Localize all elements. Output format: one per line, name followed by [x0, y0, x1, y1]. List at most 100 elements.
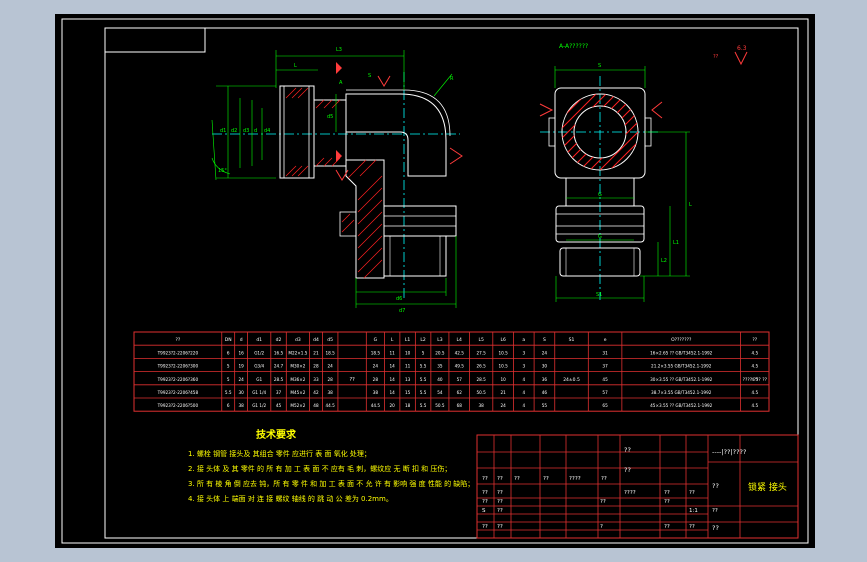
spec-table-cell: d5	[327, 337, 333, 343]
title-block-cell: ??	[712, 524, 719, 532]
spec-table-cell: 26.5	[477, 364, 487, 369]
spec-table-cell: 24	[542, 350, 548, 355]
spec-table-cell: 16	[238, 350, 244, 355]
spec-table-cell: 28	[373, 377, 379, 382]
spec-table-cell: T9923?2-2206?220	[157, 350, 199, 355]
spec-table-cell: 42.5	[455, 350, 465, 355]
title-block-cell: ??	[514, 476, 520, 482]
title-block-cell: ??	[497, 508, 503, 514]
spec-table-cell: 28.5	[274, 377, 284, 382]
dim-left-3: d3	[243, 128, 249, 134]
spec-table-cell: 35	[437, 364, 443, 369]
spec-table-cell: 5	[227, 364, 230, 369]
title-block-cell: ??	[664, 499, 670, 505]
spec-table-cell: 21	[500, 390, 506, 395]
title-block-cell: ??	[482, 476, 488, 482]
title-block-cell: S	[482, 508, 486, 514]
surface-roughness-label-left: ??	[713, 54, 719, 60]
spec-table-cell: 4.5	[751, 364, 758, 369]
spec-table-cell: d1	[256, 337, 262, 343]
spec-table-cell: 45	[602, 377, 608, 382]
spec-table-cell: 5.5	[420, 364, 427, 369]
spec-table-cell: 5	[422, 350, 425, 355]
spec-table-cell: 44.5	[371, 403, 381, 408]
spec-table-cell: 37	[276, 390, 282, 395]
spec-table-cell: 68	[457, 403, 463, 408]
title-block-cell: ??	[543, 476, 549, 482]
spec-table-cell: 30	[238, 390, 244, 395]
dim-s-mark: S	[368, 73, 371, 79]
spec-table-cell: 16.5	[274, 350, 284, 355]
right-dim-mid: G	[598, 192, 602, 198]
spec-table-cell: 10.5	[498, 364, 508, 369]
dim-left-5: d4	[264, 128, 270, 134]
dim-angle: 15°	[218, 168, 227, 174]
spec-table-cell: L5	[478, 337, 484, 343]
spec-table-cell: 18.5	[326, 350, 336, 355]
spec-table-cell: 5.5	[225, 390, 232, 395]
spec-table-cell: G	[374, 337, 378, 343]
spec-table-cell: 5.5	[420, 377, 427, 382]
note-item: 4. 接 头体 上 端面 对 连 接 螺纹 轴线 的 跳 动 公 差为 0.2m…	[188, 494, 393, 503]
spec-table-cell: 4	[522, 403, 525, 408]
spec-table-cell: d4	[313, 337, 319, 343]
spec-table-cell: M36×2	[290, 377, 305, 382]
spec-table-cell: 27.5	[477, 350, 487, 355]
spec-table-cell: 65	[602, 403, 608, 408]
spec-table-cell: d	[240, 337, 243, 343]
spec-table-cell: 48	[313, 403, 319, 408]
title-block-cell: ??	[482, 499, 488, 505]
spec-table-cell: ??	[349, 377, 355, 383]
spec-table-cell: 5.5	[420, 390, 427, 395]
spec-table-cell: 4	[522, 377, 525, 382]
spec-table-cell: T9923?2-2206?458	[157, 390, 199, 395]
spec-table-cell: 57	[457, 377, 463, 382]
dim-bottom-1: d6	[396, 296, 402, 302]
title-block-cell: ?	[600, 524, 603, 530]
spec-table-cell: L4	[457, 337, 463, 343]
spec-table-cell: 11	[405, 364, 411, 369]
spec-table-cell: 49.5	[455, 364, 465, 369]
spec-table-cell: 50.5	[477, 390, 487, 395]
spec-table-cell: 20	[389, 403, 395, 408]
spec-table-cell: 37	[602, 364, 608, 369]
spec-table-cell: 21	[313, 350, 319, 355]
spec-table-cell: 38	[238, 403, 244, 408]
right-dim-2: L1	[673, 240, 679, 246]
spec-table-cell: 30	[542, 364, 548, 369]
title-block-cell: ??	[600, 499, 606, 505]
spec-table-cell: 38.7×3.55 GB/T3452.1-1992	[651, 390, 712, 395]
title-block-cell: 1:1	[689, 508, 698, 514]
spec-table-cell: 28.5	[477, 377, 487, 382]
spec-table-cell: 38	[328, 390, 334, 395]
spec-table-cell: 24	[238, 377, 244, 382]
spec-table-cell: M30×2	[290, 364, 305, 369]
spec-table-cell: T9923?2-2206?360	[157, 377, 199, 382]
spec-table-cell: 14	[389, 390, 395, 395]
spec-table-cell: L3	[437, 337, 443, 343]
title-block-cell: ??	[482, 524, 488, 530]
spec-table-cell: G1 1/4	[252, 390, 266, 395]
spec-table-cell: 3	[522, 350, 525, 355]
title-block-cell: ????	[569, 476, 581, 482]
spec-table-cell: 54	[437, 390, 443, 395]
dim-top: L3	[336, 47, 342, 53]
dim-bottom-2: d7	[399, 308, 405, 314]
spec-table-cell: L2	[420, 337, 426, 343]
spec-table-cell: a	[522, 338, 525, 343]
spec-table-cell: e	[604, 338, 607, 343]
spec-table-cell: M45×2	[290, 390, 305, 395]
note-item: 1. 螺栓 钢管 接头及 其组合 零件 应进行 表 面 氧化 处理；	[188, 449, 371, 458]
title-block-cell: ??	[497, 499, 503, 505]
note-item: 3. 所 有 棱 角 倒 应去 钝，所 有 零 件 和 加 工 表 面 不 允 …	[188, 479, 474, 488]
section-label: A-A??????	[559, 43, 588, 50]
title-block-cell: ??	[497, 490, 503, 496]
spec-table-cell: 36	[542, 377, 548, 382]
spec-table-cell: G1	[256, 377, 262, 382]
spec-table-cell: 46	[542, 390, 548, 395]
spec-table-cell: 24±0.5	[563, 377, 580, 383]
spec-table-cell: 44.5	[326, 403, 336, 408]
spec-table-cell: L1	[405, 337, 411, 343]
spec-table-cell: S	[543, 337, 546, 343]
title-block-cell: ??	[624, 446, 631, 454]
